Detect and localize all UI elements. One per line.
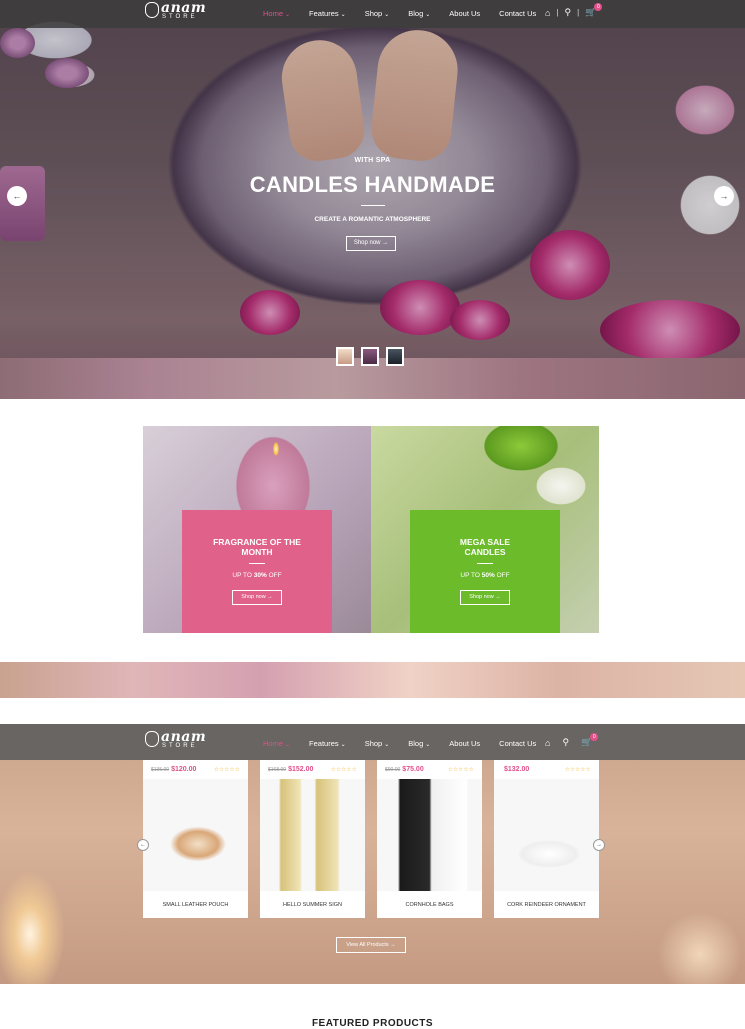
nav-item-about[interactable]: About Us [449,9,480,18]
view-all-products-button[interactable]: View All Products → [336,937,406,953]
product-image[interactable] [377,779,482,891]
product-card[interactable]: $90.00 $75.00 ☆☆☆☆☆ CORNHOLE BAGS [377,760,482,918]
slide-thumb-2[interactable] [361,347,379,366]
product-price: $132.00 [504,766,530,773]
hero-overlay [0,0,745,399]
main-nav: Home ⌄ Features ⌄ Shop ⌄ Blog ⌄ About Us Con… [263,9,555,18]
chevron-down-icon: ⌄ [285,742,291,748]
hero-divider [361,205,385,206]
hero-shop-now-button[interactable]: Shop now → [346,236,396,251]
nav-item-shop[interactable]: Shop ⌄ [365,739,390,748]
header-icons: ⌂ | ⚲ | 🛒 0 [545,3,603,18]
account-icon[interactable]: ⌂ [545,8,550,18]
cart-count-badge: 0 [590,733,599,741]
product-price: $135.00 $120.00 [151,766,197,773]
products-next-arrow-icon[interactable]: → [593,839,605,851]
hand-logo-icon [145,2,159,18]
product-card[interactable]: $132.00 ☆☆☆☆☆ CORK REINDEER ORNAMENT [494,760,599,918]
promo-shop-now-button[interactable]: Shop now → [460,590,510,605]
nav-item-features[interactable]: Features ⌄ [309,9,346,18]
promo-title: MEGA SALE CANDLES [459,537,511,557]
promo-divider [477,563,493,564]
promo-banner-fragrance[interactable]: FRAGRANCE OF THE MONTH UP TO 30% OFF Sho… [143,426,371,633]
hero-next-arrow-icon[interactable]: → [714,186,734,206]
brand-sub: STORE [162,14,198,20]
account-icon[interactable]: ⌂ [545,738,550,748]
hero-prev-arrow-icon[interactable]: ← [7,186,27,206]
chevron-down-icon: ⌄ [285,12,291,18]
nav-item-features[interactable]: Features ⌄ [309,739,346,748]
promo-divider [249,563,265,564]
chevron-down-icon: ⌄ [425,12,431,18]
promo-offer: UP TO 30% OFF [232,572,282,579]
nav-item-contact[interactable]: Contact Us [499,739,536,748]
product-old-price: $135.00 [151,767,170,773]
nav-item-blog[interactable]: Blog ⌄ [408,9,430,18]
promo-box: MEGA SALE CANDLES UP TO 50% OFF Shop now… [410,510,560,633]
nav-item-home[interactable]: Home ⌄ [263,739,290,748]
product-old-price: $168.00 [268,767,287,773]
promo-box: FRAGRANCE OF THE MONTH UP TO 30% OFF Sho… [182,510,332,633]
chevron-down-icon: ⌄ [384,12,390,18]
slide-thumb-1[interactable] [336,347,354,366]
cart-count-badge: 0 [594,3,603,11]
nav-item-blog[interactable]: Blog ⌄ [408,739,430,748]
product-image[interactable] [260,779,365,891]
promo-offer: UP TO 50% OFF [460,572,510,579]
product-old-price: $90.00 [385,767,401,773]
hero-kicker: WITH SPA [354,157,391,164]
product-price: $90.00 $75.00 [385,766,424,773]
promo-title: FRAGRANCE OF THE MONTH [213,537,301,557]
product-price: $168.00 $152.00 [268,766,314,773]
rating-stars-icon: ☆☆☆☆☆ [447,767,474,773]
hero-slider: WITH SPA CANDLES HANDMADE CREATE A ROMAN… [0,0,745,399]
product-card[interactable]: $135.00 $120.00 ☆☆☆☆☆ SMALL LEATHER POUCH [143,760,248,918]
divider: | [577,8,580,17]
products-prev-arrow-icon[interactable]: ← [137,839,149,851]
product-name[interactable]: HELLO SUMMER SIGN [260,902,365,908]
site-header: anam STORE Home ⌄ Features ⌄ Shop ⌄ Blog ⌄ A… [0,0,745,28]
rating-stars-icon: ☆☆☆☆☆ [330,767,357,773]
hero-subtitle: CREATE A ROMANTIC ATMOSPHERE [314,216,431,223]
product-card[interactable]: $168.00 $152.00 ☆☆☆☆☆ HELLO SUMMER SIGN [260,760,365,918]
search-icon[interactable]: ⚲ [565,7,572,18]
chevron-down-icon: ⌄ [340,742,346,748]
sticky-header: anam STORE Home ⌄ Features ⌄ Shop ⌄ Blog ⌄ A… [0,724,745,760]
decorative-strip-image [0,662,745,698]
hero-title: CANDLES HANDMADE [249,172,496,197]
nav-item-about[interactable]: About Us [449,739,480,748]
promo-shop-now-button[interactable]: Shop now → [232,590,282,605]
promo-banner-mega-sale[interactable]: MEGA SALE CANDLES UP TO 50% OFF Shop now… [371,426,599,633]
product-name[interactable]: CORK REINDEER ORNAMENT [494,902,599,908]
product-image[interactable] [143,779,248,891]
nav-item-contact[interactable]: Contact Us [499,9,536,18]
rating-stars-icon: ☆☆☆☆☆ [564,767,591,773]
main-nav: Home ⌄ Features ⌄ Shop ⌄ Blog ⌄ About Us Con… [263,739,555,748]
chevron-down-icon: ⌄ [384,742,390,748]
divider: | [556,8,559,17]
product-image[interactable] [494,779,599,891]
brand-sub: STORE [162,743,198,749]
header-icons: ⌂ ⚲ 🛒 0 [545,733,599,748]
hand-logo-icon [145,731,159,747]
nav-item-shop[interactable]: Shop ⌄ [365,9,390,18]
search-icon[interactable]: ⚲ [562,737,569,748]
chevron-down-icon: ⌄ [340,12,346,18]
product-name[interactable]: CORNHOLE BAGS [377,902,482,908]
slide-thumb-3[interactable] [386,347,404,366]
product-name[interactable]: SMALL LEATHER POUCH [143,902,248,908]
hero-slide-thumbnails [336,347,404,366]
candle-flame-image [273,442,279,456]
nav-item-home[interactable]: Home ⌄ [263,9,290,18]
cart-icon[interactable]: 🛒 0 [585,3,603,18]
chevron-down-icon: ⌄ [425,742,431,748]
rating-stars-icon: ☆☆☆☆☆ [213,767,240,773]
cart-icon[interactable]: 🛒 0 [581,733,599,748]
